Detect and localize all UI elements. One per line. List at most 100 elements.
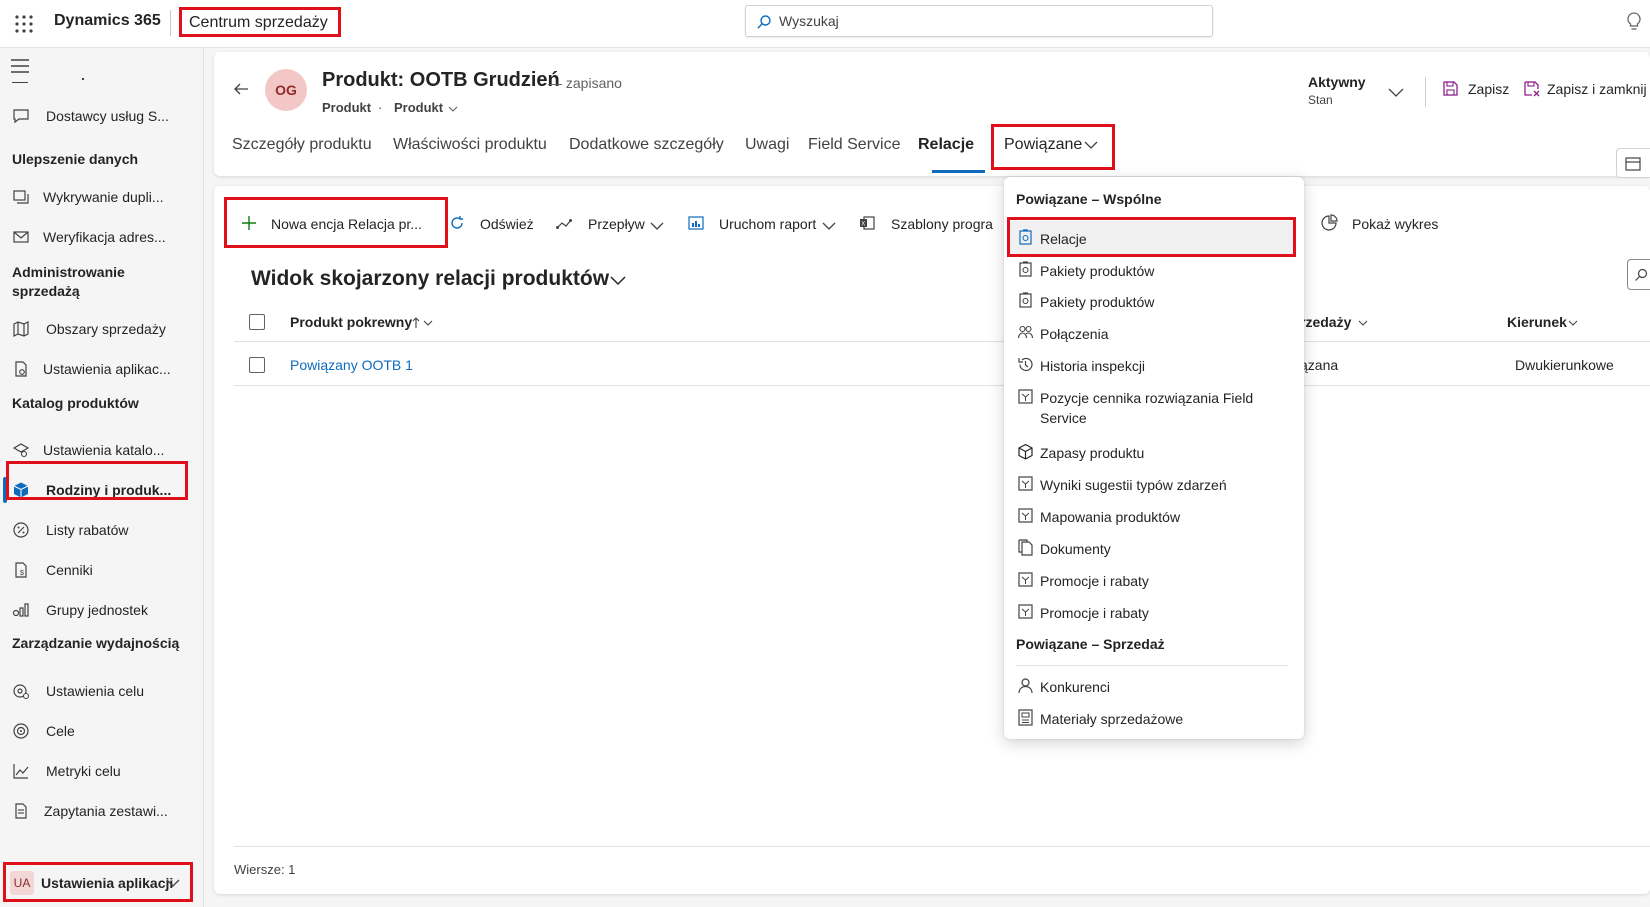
chevron-down-icon[interactable]: [448, 104, 458, 114]
excel-templates-icon: X: [860, 216, 875, 230]
page-title: Produkt: OOTB Grudzień: [322, 69, 560, 91]
related-product-link[interactable]: Powiązany OOTB 1: [290, 357, 413, 373]
sales-type-cell: ązana: [1300, 357, 1339, 373]
entity-icon: [1018, 604, 1033, 619]
sidebar-item-duplicate-detection[interactable]: Wykrywanie dupli...: [0, 178, 204, 216]
chevron-down-icon[interactable]: [1568, 318, 1578, 328]
run-report-button[interactable]: Uruchom raport: [719, 216, 816, 232]
sidebar-item-service-providers[interactable]: Dostawcy usług S...: [0, 97, 204, 135]
divider: [1016, 665, 1288, 666]
search-icon: [757, 15, 771, 29]
select-all-checkbox[interactable]: [249, 314, 265, 330]
global-search[interactable]: Wyszukaj: [745, 5, 1213, 37]
lightbulb-icon[interactable]: [1625, 11, 1643, 33]
chevron-down-icon[interactable]: [423, 318, 433, 328]
sidebar-item-label: Listy rabatów: [46, 522, 129, 538]
grid-search-input[interactable]: [1627, 259, 1650, 290]
menu-item-label: Dokumenty: [1040, 541, 1111, 557]
chevron-down-icon[interactable]: [822, 219, 836, 233]
side-panel-toggle[interactable]: [1616, 148, 1650, 178]
status-value: Aktywny: [1308, 74, 1366, 90]
sidebar-item-sales-territories[interactable]: Obszary sprzedaży: [0, 310, 204, 348]
settings-doc-icon: [15, 361, 27, 377]
search-icon: [1635, 268, 1648, 281]
save-status: — zapisano: [548, 75, 622, 91]
active-indicator: [3, 477, 7, 503]
sidebar-item-label: Ustawienia aplikac...: [43, 361, 171, 377]
column-header-related-product[interactable]: Produkt pokrewny: [290, 314, 412, 330]
area-switcher[interactable]: Ustawienia aplikacji: [41, 875, 173, 891]
goal-settings-icon: [13, 684, 30, 700]
column-header-direction[interactable]: Kierunek: [1507, 314, 1567, 330]
view-selector[interactable]: Widok skojarzony relacji produktów: [251, 267, 609, 291]
chevron-down-icon[interactable]: [1358, 318, 1368, 328]
brand-name[interactable]: Dynamics 365: [54, 12, 161, 30]
refresh-button[interactable]: Odśwież: [480, 216, 534, 232]
sidebar-item-label: Cenniki: [46, 562, 93, 578]
dot: [82, 78, 84, 80]
chat-icon: [13, 109, 29, 124]
column-header-sales-type[interactable]: rzedaży: [1300, 314, 1351, 330]
entity-icon: [1018, 476, 1033, 491]
app-name[interactable]: Centrum sprzedaży: [179, 7, 341, 37]
sidebar-item-goal-metrics[interactable]: Metryki celu: [0, 752, 204, 790]
tab-relationships[interactable]: Relacje: [918, 136, 974, 154]
sidebar-item-unit-groups[interactable]: Grupy jednostek: [0, 591, 204, 629]
sidebar-item-app-settings[interactable]: Ustawienia aplikac...: [0, 350, 204, 388]
chevron-down-icon[interactable]: [166, 876, 180, 890]
divider: [12, 82, 28, 83]
table-row[interactable]: [234, 343, 1650, 386]
flow-button[interactable]: Przepływ: [588, 216, 645, 232]
svg-text:X: X: [861, 222, 865, 228]
tab-additional-details[interactable]: Dodatkowe szczegóły: [569, 136, 724, 154]
hamburger-icon[interactable]: [10, 58, 30, 74]
menu-item-label: Promocje i rabaty: [1040, 573, 1149, 589]
sidebar-item-discount-lists[interactable]: Listy rabatów: [0, 511, 204, 549]
chevron-down-icon[interactable]: [1387, 83, 1405, 101]
sidebar-item-label: Metryki celu: [46, 763, 121, 779]
menu-item-label: Materiały sprzedażowe: [1040, 711, 1184, 727]
search-input[interactable]: Wyszukaj: [779, 13, 839, 29]
sidebar-item-price-lists[interactable]: $ Cenniki: [0, 551, 204, 589]
menu-group-sales: Powiązane – Sprzedaż: [1016, 636, 1165, 652]
sidebar-group-product-catalog: Katalog produktów: [12, 395, 139, 411]
sidebar-item-label: Weryfikacja adres...: [43, 229, 166, 245]
tab-product-details[interactable]: Szczegóły produktu: [232, 136, 372, 154]
menu-item-label: Połączenia: [1040, 326, 1109, 342]
direction-cell: Dwukierunkowe: [1515, 357, 1614, 373]
row-checkbox[interactable]: [249, 357, 265, 373]
show-chart-button[interactable]: Pokaż wykres: [1352, 216, 1438, 232]
divider: [234, 846, 1650, 847]
sidebar-item-rollup-queries[interactable]: Zapytania zestawi...: [0, 792, 204, 830]
subgrid-card: [214, 186, 1650, 894]
sidebar-item-catalog-settings[interactable]: Ustawienia katalo...: [0, 431, 204, 469]
cube-icon: [1018, 443, 1033, 460]
entity-icon: [1018, 389, 1033, 404]
sidebar-item-label: Wykrywanie dupli...: [43, 189, 164, 205]
menu-group-common: Powiązane – Wspólne: [1016, 191, 1162, 207]
sidebar-item-label: Zapytania zestawi...: [44, 803, 168, 819]
box-icon: [13, 482, 29, 498]
tab-field-service[interactable]: Field Service: [808, 136, 900, 154]
sidebar-item-address-verification[interactable]: Weryfikacja adres...: [0, 218, 204, 256]
tab-product-properties[interactable]: Właściwości produktu: [393, 136, 547, 154]
save-label: Zapisz: [1468, 81, 1510, 97]
chevron-down-icon[interactable]: [650, 219, 664, 233]
sidebar-item-goals[interactable]: Cele: [0, 712, 204, 750]
back-arrow-icon[interactable]: [232, 80, 250, 98]
refresh-icon: [451, 216, 463, 229]
menu-item-label: Historia inspekcji: [1040, 358, 1146, 374]
sidebar-item-label: Ustawienia katalo...: [43, 442, 165, 458]
separator: ·: [378, 100, 383, 115]
catalog-settings-icon: [12, 443, 30, 458]
tab-notes[interactable]: Uwagi: [745, 136, 789, 154]
menu-item-label: Mapowania produktów: [1040, 509, 1181, 525]
form-selector[interactable]: Produkt: [394, 100, 443, 115]
chevron-down-icon[interactable]: [609, 271, 627, 289]
sidebar-item-goal-settings[interactable]: Ustawienia celu: [0, 672, 204, 710]
excel-templates-button[interactable]: Szablony progra: [891, 216, 993, 232]
menu-item-label: Pakiety produktów: [1040, 263, 1155, 279]
avatar: OG: [265, 69, 307, 111]
app-launcher-icon[interactable]: [12, 12, 36, 36]
sidebar-item-families-products[interactable]: Rodziny i produk...: [0, 471, 204, 509]
